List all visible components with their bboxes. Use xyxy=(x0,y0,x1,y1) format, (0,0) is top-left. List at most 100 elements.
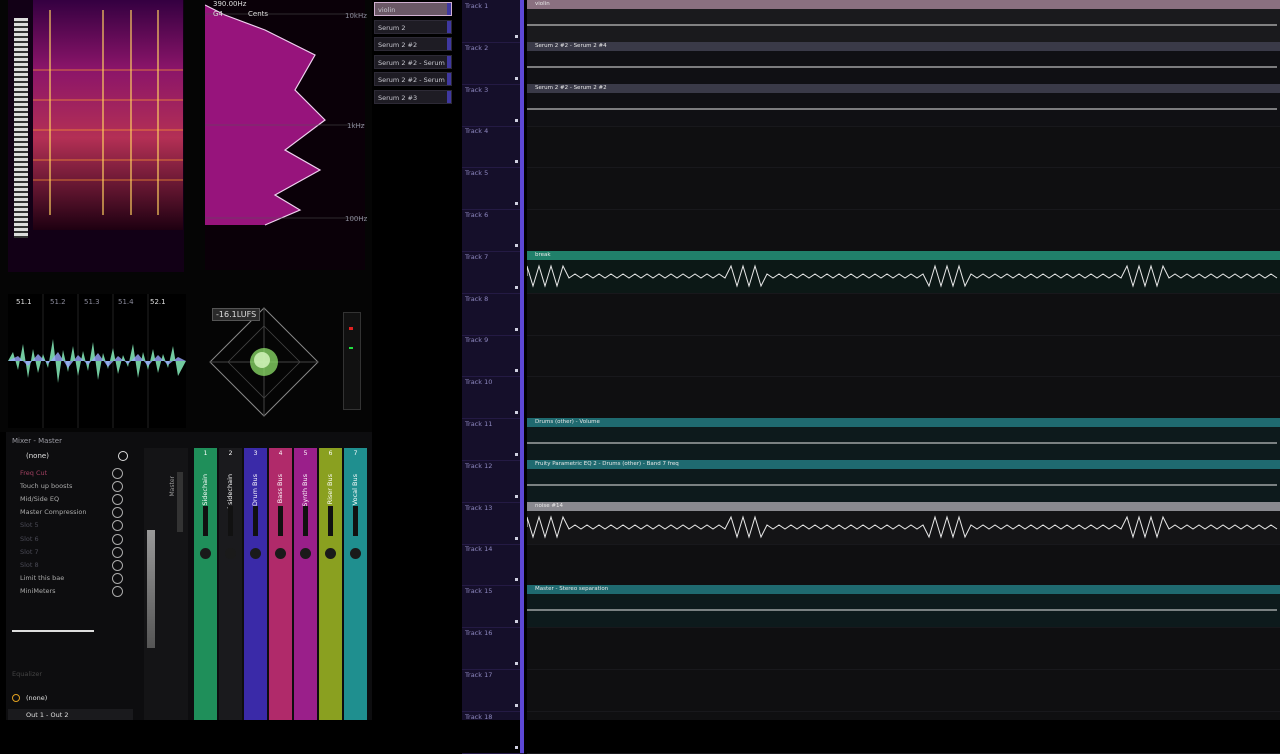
clock-icon[interactable] xyxy=(118,451,128,461)
track-mute-dot[interactable] xyxy=(515,35,518,38)
track-header[interactable]: Track 15 xyxy=(462,585,524,629)
mixer-slot-label[interactable]: Touch up boosts xyxy=(20,480,110,492)
mixer-strip[interactable]: 7 Vocal Bus xyxy=(344,448,367,720)
playlist-clip[interactable]: break xyxy=(527,250,1280,293)
channel-item[interactable]: Serum 2 #2 - Serum 2 #2 xyxy=(374,54,452,69)
bottom-preset[interactable]: (none) xyxy=(26,694,47,702)
channel-item[interactable]: Serum 2 #2 xyxy=(374,37,452,52)
track-header[interactable]: Track 16 xyxy=(462,627,524,670)
track-header[interactable]: Track 13 xyxy=(462,501,524,545)
track-header[interactable]: Track 1 xyxy=(462,0,524,43)
track-lane[interactable] xyxy=(527,669,1280,712)
track-header[interactable]: Track 17 xyxy=(462,668,524,712)
track-header[interactable]: Track 7 xyxy=(462,250,524,294)
track-header[interactable]: Track 4 xyxy=(462,125,524,169)
clip-header[interactable]: Fruity Parametric EQ 2 - Drums (other) -… xyxy=(527,459,1280,469)
track-mute-dot[interactable] xyxy=(515,745,518,749)
clip-header[interactable]: Serum 2 #2 - Serum 2 #4 xyxy=(527,41,1280,51)
playlist-clip[interactable]: Fruity Parametric EQ 2 - Drums (other) -… xyxy=(527,459,1280,502)
strip-fader[interactable] xyxy=(328,506,333,536)
track-mute-dot[interactable] xyxy=(515,578,518,582)
track-header[interactable]: Track 10 xyxy=(462,376,524,420)
track-mute-dot[interactable] xyxy=(515,76,518,80)
slot-mix-knob[interactable] xyxy=(112,546,123,558)
track-lane[interactable] xyxy=(527,334,1280,378)
strip-fader[interactable] xyxy=(253,506,258,536)
mixer-slot-label[interactable]: Freq Cut xyxy=(20,467,110,479)
track-mute-dot[interactable] xyxy=(515,285,518,289)
track-header[interactable]: Track 3 xyxy=(462,83,524,127)
mixer-strip[interactable]: 6 Riser Bus xyxy=(319,448,342,720)
track-header[interactable]: Track 18 xyxy=(462,710,524,754)
output-selector[interactable]: Out 1 - Out 2 xyxy=(8,709,133,720)
slot-mix-knob[interactable] xyxy=(112,585,123,597)
playlist-clip[interactable]: Serum 2 #2 - Serum 2 #2 xyxy=(527,83,1280,126)
strip-pan-knob[interactable] xyxy=(275,548,286,559)
track-mute-dot[interactable] xyxy=(515,202,518,206)
mixer-slot-label[interactable]: Slot 8 xyxy=(20,559,110,571)
mixer-preset[interactable]: (none) xyxy=(26,452,49,460)
mixer-slot-label[interactable]: Slot 6 xyxy=(20,533,110,545)
playlist-grid[interactable]: violin Serum 2 #2 - Serum 2 #4 Serum 2 #2 … xyxy=(527,0,1280,754)
mixer-slot-label[interactable]: Mid/Side EQ xyxy=(20,493,110,505)
track-header[interactable]: Track 11 xyxy=(462,418,524,461)
track-header[interactable]: Track 14 xyxy=(462,543,524,587)
track-mute-dot[interactable] xyxy=(515,703,518,707)
track-mute-dot[interactable] xyxy=(515,244,518,247)
strip-fader[interactable] xyxy=(228,506,233,536)
track-lane[interactable] xyxy=(527,376,1280,420)
master-fader-track[interactable] xyxy=(177,472,183,532)
slot-mix-knob[interactable] xyxy=(112,468,123,479)
clip-header[interactable]: violin xyxy=(527,0,1280,9)
track-header[interactable]: Track 8 xyxy=(462,292,524,336)
clock-icon[interactable] xyxy=(12,694,20,702)
playlist-clip[interactable]: noise #14 xyxy=(527,501,1280,544)
channel-item[interactable]: Serum 2 #2 - Serum 2 #4 xyxy=(374,72,452,87)
clip-header[interactable]: break xyxy=(527,250,1280,260)
mixer-strip[interactable]: 5 Synth Bus xyxy=(294,448,317,720)
clip-header[interactable]: Serum 2 #2 - Serum 2 #2 xyxy=(527,83,1280,93)
track-lane[interactable] xyxy=(527,293,1280,336)
strip-fader[interactable] xyxy=(203,506,208,536)
channel-item[interactable]: Serum 2 xyxy=(374,19,452,34)
slot-mix-knob[interactable] xyxy=(112,533,123,545)
slot-mix-knob[interactable] xyxy=(112,572,123,584)
track-header[interactable]: Track 12 xyxy=(462,459,524,503)
track-mute-dot[interactable] xyxy=(515,662,518,665)
track-mute-dot[interactable] xyxy=(515,327,518,331)
strip-fader[interactable] xyxy=(278,506,283,536)
track-lane[interactable] xyxy=(527,209,1280,252)
strip-pan-knob[interactable] xyxy=(250,548,261,559)
slot-mix-knob[interactable] xyxy=(112,559,123,571)
track-mute-dot[interactable] xyxy=(515,453,518,456)
track-header[interactable]: Track 9 xyxy=(462,334,524,378)
mixer-slot-label[interactable]: Master Compression xyxy=(20,506,110,518)
clip-header[interactable]: Master - Stereo separation xyxy=(527,585,1280,595)
track-header[interactable]: Track 2 xyxy=(462,41,524,85)
mixer-strip[interactable]: 1 Sidechain xyxy=(194,448,217,720)
track-mute-dot[interactable] xyxy=(515,160,518,164)
mixer-strip[interactable]: 4 Bass Bus xyxy=(269,448,292,720)
playlist-clip[interactable]: Master - Stereo separation xyxy=(527,585,1280,628)
clip-header[interactable]: Drums (other) - Volume xyxy=(527,418,1280,427)
strip-pan-knob[interactable] xyxy=(200,548,211,559)
channel-item[interactable]: violin xyxy=(374,2,452,16)
track-header[interactable]: Track 5 xyxy=(462,167,524,211)
strip-pan-knob[interactable] xyxy=(300,548,311,559)
track-mute-dot[interactable] xyxy=(515,536,518,540)
mixer-slot-label[interactable]: Slot 5 xyxy=(20,519,110,531)
track-lane[interactable] xyxy=(527,543,1280,587)
mixer-slot-label[interactable]: Slot 7 xyxy=(20,546,110,558)
track-mute-dot[interactable] xyxy=(515,411,518,415)
channel-item[interactable]: Serum 2 #3 xyxy=(374,89,452,104)
track-lane[interactable] xyxy=(527,167,1280,211)
track-mute-dot[interactable] xyxy=(515,494,518,498)
track-lane[interactable] xyxy=(527,711,1280,754)
mixer-slot-label[interactable]: MiniMeters xyxy=(20,585,110,597)
master-strip[interactable]: Master xyxy=(144,448,188,720)
mixer-slot-label[interactable]: Limit this bae xyxy=(20,572,110,584)
strip-fader[interactable] xyxy=(353,506,358,536)
track-mute-dot[interactable] xyxy=(515,369,518,373)
track-header[interactable]: Track 6 xyxy=(462,209,524,252)
playlist-clip[interactable]: Drums (other) - Volume xyxy=(527,418,1280,460)
